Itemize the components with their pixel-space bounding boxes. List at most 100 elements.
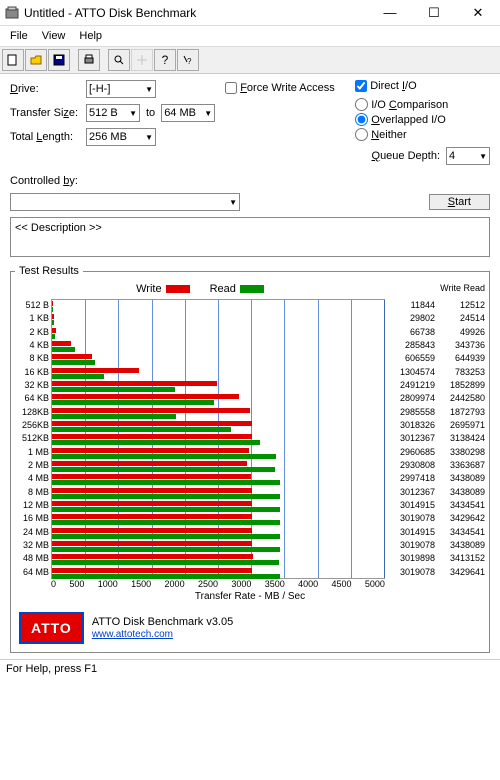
window-title: Untitled - ATTO Disk Benchmark [24, 6, 372, 20]
length-select[interactable]: 256 MB▼ [86, 128, 156, 146]
product-name: ATTO Disk Benchmark v3.05 [92, 616, 233, 628]
write-bar [52, 461, 247, 466]
print-button[interactable] [78, 49, 100, 71]
col-read: Read [463, 283, 485, 293]
website-link[interactable]: www.attotech.com [92, 629, 173, 640]
main-content: Drive: [-H-]▼ Transfer Size: 512 B▼ to 6… [0, 74, 500, 659]
write-bar [52, 354, 92, 359]
open-button[interactable] [25, 49, 47, 71]
write-bar [52, 541, 252, 546]
x-axis-ticks: 0500100015002000250030003500400045005000 [51, 579, 485, 589]
controlled-by-label: Controlled by: [10, 175, 78, 187]
chart-area: Write Read Write Read 512 B1 KB2 KB4 KB8… [15, 283, 485, 602]
title-bar: Untitled - ATTO Disk Benchmark — ☐ ✕ [0, 0, 500, 26]
drive-label: Drive: [10, 83, 80, 95]
write-bar [52, 368, 139, 373]
description-box[interactable]: << Description >> [10, 217, 490, 257]
write-bar [52, 488, 252, 493]
read-bar [52, 467, 275, 472]
write-bar [52, 421, 252, 426]
write-bar [52, 434, 252, 439]
write-bar [52, 314, 54, 319]
start-button[interactable]: Start [429, 194, 490, 210]
col-write: Write [440, 283, 461, 293]
plot-area [51, 299, 385, 579]
read-bar [52, 560, 279, 565]
read-bar [52, 454, 276, 459]
read-bar [52, 414, 176, 419]
maximize-button[interactable]: ☐ [416, 3, 452, 23]
io-mode-group: I/O Comparison Overlapped I/O Neither [355, 98, 490, 141]
read-bar [52, 574, 280, 579]
write-bar [52, 448, 249, 453]
transfer-from-select[interactable]: 512 B▼ [86, 104, 140, 122]
radio-neither[interactable]: Neither [355, 128, 490, 141]
write-bar [52, 301, 53, 306]
read-bar [52, 440, 260, 445]
svg-text:?: ? [187, 57, 192, 66]
minimize-button[interactable]: — [372, 3, 408, 23]
read-bar [52, 507, 280, 512]
read-bar [52, 320, 54, 325]
write-bar [52, 328, 56, 333]
write-bar [52, 394, 239, 399]
read-bar [52, 387, 175, 392]
to-label: to [146, 107, 155, 119]
app-icon [4, 5, 20, 21]
menu-bar: File View Help [0, 26, 500, 47]
queue-depth-select[interactable]: 4▼ [446, 147, 490, 165]
menu-view[interactable]: View [36, 28, 72, 44]
write-bar [52, 408, 250, 413]
window-controls: — ☐ ✕ [372, 3, 496, 23]
radio-overlapped[interactable]: Overlapped I/O [355, 113, 490, 126]
read-bar [52, 427, 231, 432]
save-button[interactable] [48, 49, 70, 71]
transfer-to-select[interactable]: 64 MB▼ [161, 104, 215, 122]
read-bar [52, 494, 280, 499]
read-bar [52, 307, 53, 312]
results-legend: Test Results [15, 265, 83, 277]
read-bar [52, 520, 280, 525]
x-axis-label: Transfer Rate - MB / Sec [15, 591, 485, 602]
status-bar: For Help, press F1 [0, 659, 500, 678]
read-bar [52, 534, 280, 539]
context-help-button[interactable]: ? [177, 49, 199, 71]
write-bar [52, 514, 252, 519]
atto-logo: ATTO [19, 612, 84, 644]
drive-select[interactable]: [-H-]▼ [86, 80, 156, 98]
direct-io-checkbox[interactable]: Direct I/O [355, 80, 490, 92]
radio-comparison[interactable]: I/O Comparison [355, 98, 490, 111]
help-button[interactable]: ? [154, 49, 176, 71]
new-button[interactable] [2, 49, 24, 71]
read-bar [52, 547, 280, 552]
write-bar [52, 554, 253, 559]
menu-help[interactable]: Help [73, 28, 108, 44]
preview-button[interactable] [108, 49, 130, 71]
write-bar [52, 528, 252, 533]
read-bar [52, 334, 55, 339]
write-bar [52, 568, 252, 573]
value-columns: 1184412512298022451466738499262858433437… [385, 299, 485, 579]
menu-file[interactable]: File [4, 28, 34, 44]
read-swatch [240, 285, 264, 293]
read-bar [52, 480, 280, 485]
write-bar [52, 501, 252, 506]
results-footer: ATTO ATTO Disk Benchmark v3.05 www.attot… [15, 608, 485, 648]
chart-legend: Write Read [15, 283, 385, 295]
y-axis-labels: 512 B1 KB2 KB4 KB8 KB16 KB32 KB64 KB128K… [15, 299, 51, 579]
test-results-fieldset: Test Results Write Read Write Read 512 B… [10, 265, 490, 653]
toolbar: ? ? [0, 47, 500, 74]
transfer-size-label: Transfer Size: [10, 107, 80, 119]
read-bar [52, 374, 104, 379]
force-write-checkbox[interactable]: Force Write Access [225, 82, 345, 94]
move-button[interactable] [131, 49, 153, 71]
close-button[interactable]: ✕ [460, 3, 496, 23]
write-swatch [166, 285, 190, 293]
read-bar [52, 347, 75, 352]
read-bar [52, 360, 95, 365]
write-bar [52, 341, 71, 346]
controlled-by-select[interactable]: ▼ [10, 193, 240, 211]
length-label: Total Length: [10, 131, 80, 143]
write-bar [52, 381, 217, 386]
queue-depth-label: Queue Depth: [372, 150, 441, 162]
